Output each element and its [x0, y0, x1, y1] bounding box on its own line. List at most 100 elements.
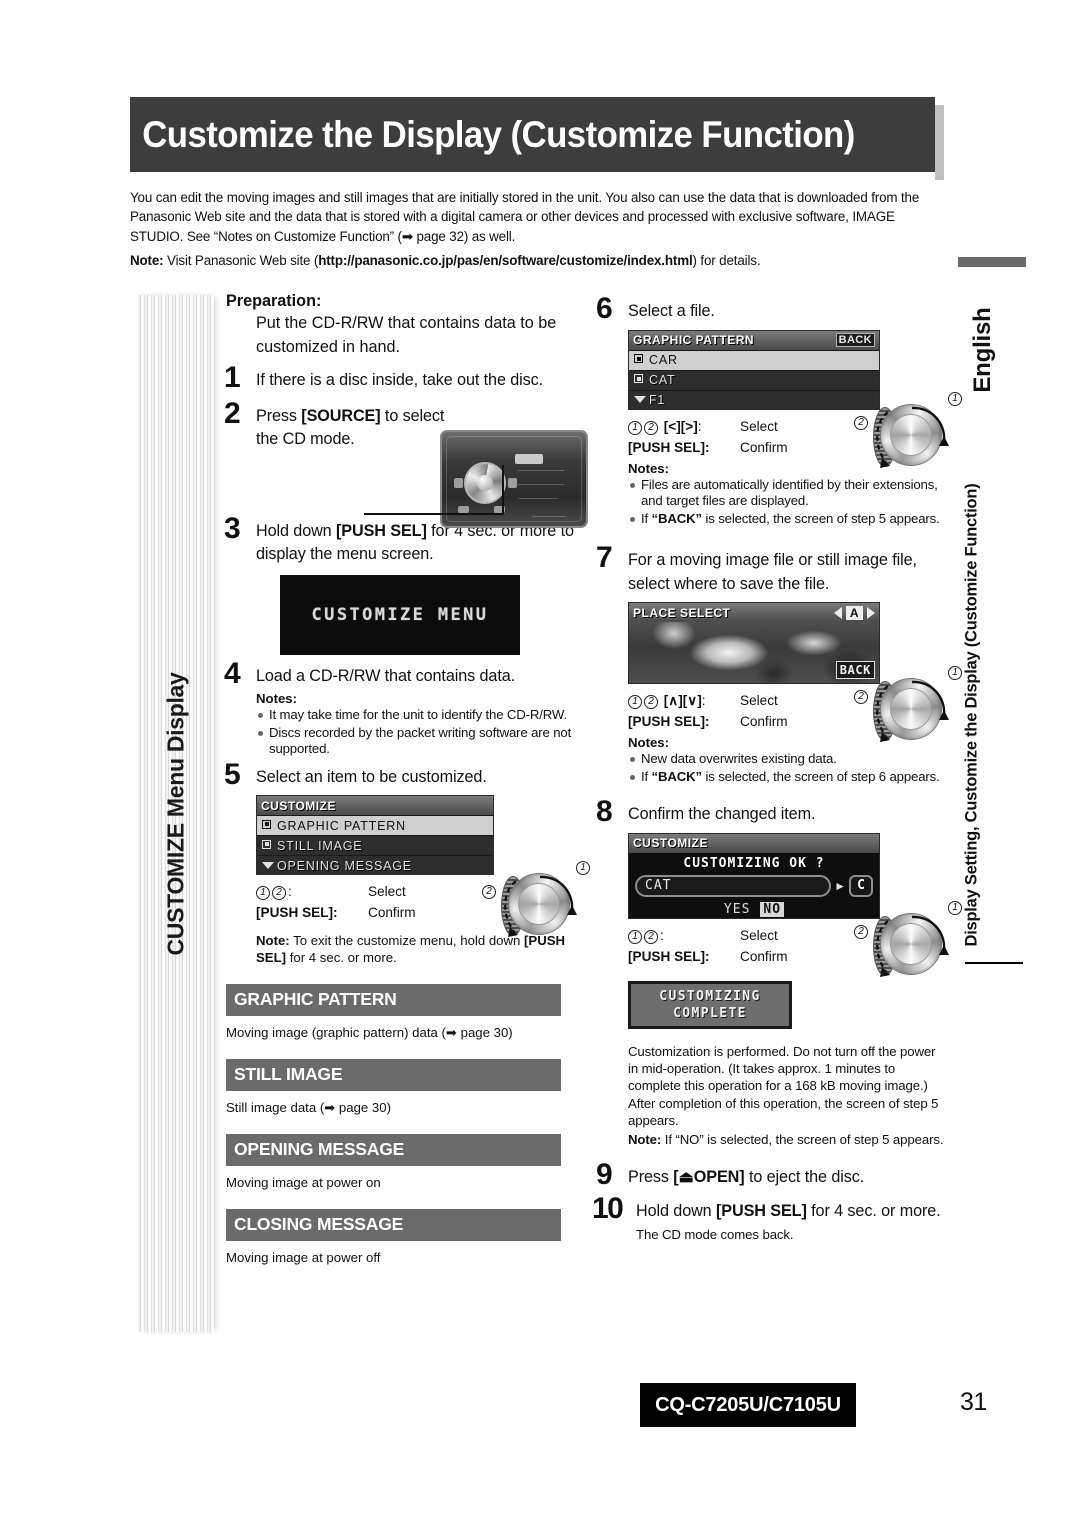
step-10-text: Hold down [PUSH SEL] for 4 sec. or more. — [636, 1200, 948, 1224]
lcd-place-title: PLACE SELECT — [633, 605, 731, 620]
lcd-confirm-question: CUSTOMIZING OK ? — [683, 855, 825, 871]
marker-2-icon: 2 — [644, 929, 658, 944]
page-number: 31 — [960, 1388, 987, 1416]
step-7-key-legend: 12 [∧][∨]: Select [PUSH SEL]: Confirm 2 … — [628, 666, 962, 743]
step-10-number: 10 — [592, 1191, 624, 1225]
next-slot-arrow-icon[interactable] — [867, 606, 875, 619]
step-8: 8 Confirm the changed item. CUSTOMIZE CU… — [596, 797, 962, 1148]
dial-body — [873, 678, 942, 742]
push-sel-label: [PUSH SEL] — [628, 439, 706, 455]
marker-1-icon: 1 — [256, 886, 270, 901]
lr-keys-label: [<][>] — [663, 418, 698, 434]
sidebar-dash-rule — [958, 257, 1026, 267]
step-5: 5 Select an item to be customized. CUSTO… — [224, 759, 590, 967]
key-legend-confirm: Confirm — [740, 439, 788, 455]
key-legend-select: Select — [740, 927, 778, 943]
left-tab-label: CUSTOMIZE Menu Display — [162, 671, 189, 956]
lcd-back-button[interactable]: BACK — [835, 333, 875, 347]
lcd-list-row-label: GRAPHIC PATTERN — [277, 818, 406, 833]
marker-1-icon: 1 — [628, 420, 642, 435]
lcd-yes-option[interactable]: YES — [724, 902, 750, 917]
key-legend-confirm: Confirm — [740, 714, 788, 730]
lcd-place-title-bar: PLACE SELECT A — [629, 603, 879, 623]
lcd-customize-menu-text: CUSTOMIZE MENU — [311, 604, 489, 625]
step-1-text: If there is a disc inside, take out the … — [256, 371, 544, 389]
lcd-complete-line-2: COMPLETE — [673, 1005, 747, 1021]
dial-inner — [518, 883, 560, 926]
step-6-key-legend: 12 [<][>]: Select [PUSH SEL]: Confirm 2 … — [628, 391, 962, 468]
step-7-notes-list: New data overwrites existing data. If “B… — [628, 751, 948, 785]
sidebar-bottom-rule — [965, 962, 1023, 964]
key-legend-markers: 12: — [256, 881, 368, 902]
push-sel-colon: : — [705, 714, 710, 730]
box-filled-icon — [634, 374, 649, 386]
lcd-customize-menu-screen: CUSTOMIZE MENU — [280, 574, 520, 655]
key-legend-colon: : — [660, 927, 664, 943]
step-7-text: For a moving image file or still image f… — [628, 551, 917, 593]
note-item: If “BACK” is selected, the screen of ste… — [628, 769, 948, 786]
step-9: 9 Press [⏏OPEN] to eject the disc. — [596, 1160, 948, 1190]
lcd-confirm-yes-no: YES NO — [629, 901, 879, 917]
intro-paragraph: You can edit the moving images and still… — [130, 190, 920, 244]
box-filled-icon — [262, 819, 277, 832]
section-bar-still-image: STILL IMAGE — [226, 1059, 561, 1092]
section-desc-opening-message: Moving image at power on — [226, 1175, 381, 1191]
lcd-gp-title-bar: GRAPHIC PATTERN BACK — [629, 330, 879, 350]
push-sel-colon: : — [333, 905, 338, 921]
dial-marker-1: 1 — [948, 900, 964, 915]
page-title: Customize the Display (Customize Functio… — [142, 113, 855, 155]
push-sel-label: [PUSH SEL] — [628, 714, 706, 730]
step-9-text-post: to eject the disc. — [744, 1168, 865, 1187]
unit-face-line — [532, 516, 566, 517]
lcd-confirm-title-bar: CUSTOMIZE — [629, 833, 879, 853]
lcd-list-row: F1 — [629, 389, 879, 410]
right-arrow-icon: ► — [834, 878, 846, 893]
key-legend-select: Select — [740, 418, 778, 434]
source-button-highlight — [515, 454, 543, 464]
dial-marker-2: 2 — [854, 690, 870, 705]
rotary-dial-graphic: 2 1 — [854, 666, 966, 762]
lcd-customizing-complete-screen: CUSTOMIZING COMPLETE — [628, 980, 792, 1029]
dial-marker-2: 2 — [482, 885, 498, 900]
dial-marker-1: 1 — [576, 861, 592, 876]
step-6: 6 Select a file. GRAPHIC PATTERN BACK CA… — [596, 294, 962, 528]
lcd-list-row-label: STILL IMAGE — [277, 838, 363, 853]
note-item: Files are automatically identified by th… — [628, 477, 948, 510]
step-5-note-post: for 4 sec. or more. — [286, 950, 397, 966]
push-sel-colon: : — [705, 948, 710, 964]
step-10-button-ref: [PUSH SEL] — [716, 1201, 807, 1220]
step-4-notes-label: Notes: — [256, 691, 298, 706]
step-6-number: 6 — [596, 292, 613, 325]
step-5-note-label: Note: — [256, 933, 290, 949]
section-desc-closing-message: Moving image at power off — [226, 1250, 381, 1266]
lcd-no-option[interactable]: NO — [760, 901, 785, 917]
step-6-text: Select a file. — [628, 302, 715, 320]
intro-note-pre: Visit Panasonic Web site ( — [163, 252, 319, 268]
step-4-number: 4 — [224, 656, 241, 690]
intro-note: Note: Visit Panasonic Web site (http://p… — [130, 251, 950, 270]
step-1: 1 If there is a disc inside, take out th… — [224, 363, 588, 393]
box-filled-icon — [262, 839, 277, 852]
dial-marker-2: 2 — [854, 415, 870, 430]
lcd-confirm-slot-chip: C — [849, 874, 873, 897]
step-7-number: 7 — [596, 541, 613, 575]
push-sel-label: [PUSH SEL] — [628, 948, 706, 964]
intro-block: You can edit the moving images and still… — [130, 188, 950, 270]
box-filled-icon — [634, 354, 649, 366]
model-number: CQ-C7205U/C7105U — [655, 1393, 841, 1416]
section-bar-opening-message: OPENING MESSAGE — [226, 1134, 561, 1167]
key-legend-confirm: Confirm — [740, 948, 788, 964]
unit-face-line — [518, 484, 564, 485]
prev-slot-arrow-icon[interactable] — [833, 606, 842, 619]
step-5-number: 5 — [224, 757, 241, 791]
step-6-notes-list: Files are automatically identified by th… — [628, 477, 948, 528]
callout-lead-line-vertical — [502, 465, 504, 515]
title-bar-shadow — [935, 105, 944, 180]
lcd-complete-line-1: CUSTOMIZING — [659, 988, 761, 1004]
step-2-text: Press [SOURCE] to select the CD mode. — [256, 405, 446, 452]
step-9-number: 9 — [596, 1158, 613, 1192]
section-bar-closing-message: CLOSING MESSAGE — [226, 1209, 561, 1242]
step-8-note-label: Note: — [628, 1131, 662, 1147]
volume-knob-icon — [464, 462, 506, 504]
unit-face-line — [518, 498, 558, 499]
